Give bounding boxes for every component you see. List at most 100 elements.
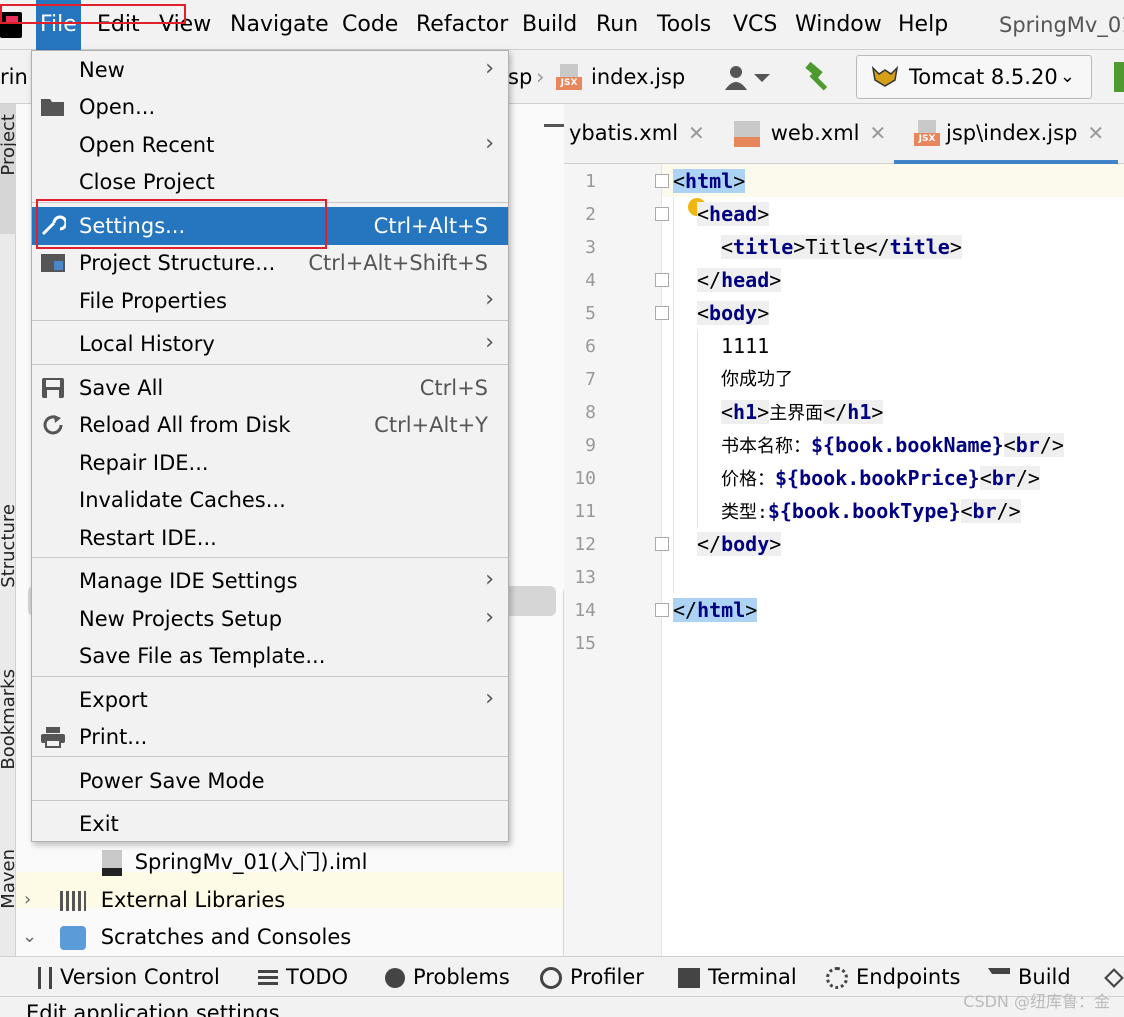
chevron-right-icon: › (485, 605, 494, 630)
breadcrumb-file[interactable]: index.jsp (591, 50, 685, 104)
menu-build[interactable]: Build (518, 0, 581, 50)
menu-item-save-file-as-template[interactable]: Save File as Template... (32, 637, 508, 675)
indent-guide (673, 197, 674, 593)
warning-icon (385, 968, 405, 988)
endpoints-button[interactable]: Endpoints (826, 957, 960, 997)
breadcrumb-project[interactable]: rin (0, 50, 28, 104)
menu-item-print[interactable]: Print... (32, 718, 508, 756)
line-number: 3 (585, 237, 596, 258)
code-line-7: 你成功了 (721, 369, 793, 390)
close-icon[interactable]: ✕ (870, 121, 887, 145)
tab-index-jsp[interactable]: JSX jsp\index.jsp ✕ (894, 104, 1119, 164)
line-number: 2 (585, 204, 596, 225)
menu-item-repair-ide[interactable]: Repair IDE... (32, 444, 508, 482)
close-icon[interactable]: ✕ (1087, 121, 1104, 145)
breadcrumb-separator-icon: › (536, 65, 545, 89)
menu-item-manage-ide-settings[interactable]: Manage IDE Settings › (32, 562, 508, 600)
code-line-8: <h1>主界面</h1> (721, 400, 884, 424)
menu-item-local-history[interactable]: Local History › (32, 325, 508, 363)
menu-navigate[interactable]: Navigate (226, 0, 333, 50)
code-line-12: </body> (697, 532, 782, 556)
line-number: 13 (574, 567, 596, 588)
profiler-button[interactable]: Profiler (540, 957, 644, 997)
menu-separator (32, 800, 508, 801)
terminal-button[interactable]: Terminal (678, 957, 797, 997)
line-number: 15 (574, 633, 596, 654)
user-icon[interactable] (722, 64, 770, 92)
menu-item-new[interactable]: New › (32, 51, 508, 89)
run-config-label: Tomcat 8.5.20 (909, 65, 1058, 89)
project-tool-button[interactable]: Project (0, 104, 19, 234)
tab-web-xml-label: web.xml (770, 121, 860, 145)
menu-code[interactable]: Code (338, 0, 402, 50)
menu-item-open[interactable]: Open... (32, 88, 508, 126)
close-icon[interactable]: ✕ (688, 121, 705, 145)
code-line-14: </html> (673, 598, 758, 622)
code-line-10: 价格：${book.bookPrice}<br/> (721, 466, 1040, 490)
chevron-right-icon: › (485, 330, 494, 355)
menu-item-exit[interactable]: Exit (32, 805, 508, 843)
tree-item-external-libraries[interactable]: External Libraries (60, 882, 285, 918)
breadcrumb-folder[interactable]: sp (508, 50, 532, 104)
menu-item-open-recent[interactable]: Open Recent › (32, 126, 508, 164)
jsp-file-icon: JSX (914, 120, 940, 146)
menu-item-restart-ide[interactable]: Restart IDE... (32, 519, 508, 557)
chevron-right-icon: › (485, 287, 494, 312)
menu-item-power-save-mode[interactable]: Power Save Mode (32, 762, 508, 800)
build-hammer-icon[interactable] (802, 62, 834, 92)
menu-item-close-project[interactable]: Close Project (32, 163, 508, 201)
file-menu-dropdown: New › Open... Open Recent › Close Project … (31, 50, 509, 842)
menu-item-invalidate-caches[interactable]: Invalidate Caches... (32, 481, 508, 519)
code-editor[interactable]: 1 2 3 4 5 6 7 8 9 10 11 12 13 14 15 <htm… (564, 164, 1124, 956)
editor-gutter: 1 2 3 4 5 6 7 8 9 10 11 12 13 14 15 (564, 164, 662, 956)
run-icon[interactable] (1114, 62, 1124, 92)
fold-marker-icon[interactable] (655, 306, 669, 320)
problems-button[interactable]: Problems (385, 957, 510, 997)
minimize-icon[interactable] (544, 124, 566, 127)
menu-item-export[interactable]: Export › (32, 681, 508, 719)
chevron-right-icon: › (485, 567, 494, 592)
fold-marker-icon[interactable] (655, 273, 669, 287)
menu-item-project-structure[interactable]: Project Structure... Ctrl+Alt+Shift+S (32, 244, 508, 282)
menu-refactor[interactable]: Refactor (412, 0, 512, 50)
menu-window[interactable]: Window (791, 0, 886, 50)
branch-icon (38, 967, 52, 989)
tree-item-iml[interactable]: SpringMv_01(入门).iml (102, 844, 367, 880)
menu-separator (32, 320, 508, 321)
libraries-icon (60, 891, 86, 911)
tab-mybatis-xml[interactable]: ybatis.xml ✕ (569, 104, 705, 164)
todo-button[interactable]: TODO (258, 957, 348, 997)
tab-mybatis-xml-label: ybatis.xml (569, 121, 679, 145)
chevron-right-icon[interactable]: › (24, 889, 31, 910)
run-config-selector[interactable]: Tomcat 8.5.20 ⌄ (856, 55, 1092, 99)
menu-item-file-properties[interactable]: File Properties › (32, 282, 508, 320)
chevron-down-icon[interactable]: ⌄ (22, 926, 37, 947)
menu-item-save-all[interactable]: Save All Ctrl+S (32, 369, 508, 407)
tree-item-external-libraries-label: External Libraries (100, 888, 286, 912)
menu-item-new-projects-setup[interactable]: New Projects Setup › (32, 600, 508, 638)
project-structure-icon (41, 254, 65, 272)
version-control-button[interactable]: Version Control (38, 957, 220, 997)
tomcat-icon (871, 65, 899, 87)
chevron-right-icon: › (485, 131, 494, 156)
annotation-box-file (0, 4, 186, 24)
code-line-6: 1111 (721, 334, 770, 358)
fold-marker-icon[interactable] (655, 603, 669, 617)
line-number: 14 (574, 600, 596, 621)
line-number: 4 (585, 270, 596, 291)
menu-help[interactable]: Help (894, 0, 952, 50)
menu-run[interactable]: Run (592, 0, 642, 50)
menu-tools[interactable]: Tools (653, 0, 715, 50)
line-number: 11 (574, 501, 596, 522)
code-line-9: 书本名称：${book.bookName}<br/> (721, 433, 1064, 457)
menu-vcs[interactable]: VCS (729, 0, 781, 50)
fold-marker-icon[interactable] (655, 174, 669, 188)
fold-marker-icon[interactable] (655, 207, 669, 221)
tree-item-scratches[interactable]: Scratches and Consoles (60, 919, 351, 955)
terminal-icon (678, 968, 700, 988)
watermark: CSDN @纽库鲁：金 (963, 992, 1110, 1011)
tab-web-xml[interactable]: web.xml ✕ (734, 104, 886, 164)
tree-item-iml-label: SpringMv_01(入门).iml (134, 850, 368, 874)
fold-marker-icon[interactable] (655, 537, 669, 551)
menu-item-reload-from-disk[interactable]: Reload All from Disk Ctrl+Alt+Y (32, 406, 508, 444)
